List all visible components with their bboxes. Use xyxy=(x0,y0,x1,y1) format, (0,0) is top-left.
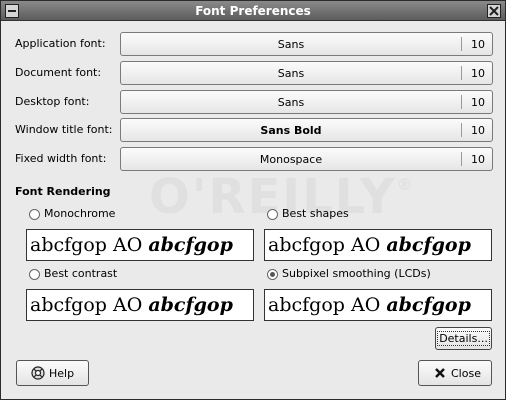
help-button[interactable]: Help xyxy=(16,360,89,386)
font-button-separator xyxy=(461,95,462,109)
application-font-label: Application font: xyxy=(15,37,106,50)
preview-sample-text: abcfgop AO xyxy=(30,294,149,316)
application-font-row: Application font: Sans 10 xyxy=(15,32,493,56)
desktop-font-name: Sans xyxy=(277,96,305,109)
desktop-font-size: 10 xyxy=(471,96,485,109)
desktop-font-row: Desktop font: Sans 10 xyxy=(15,90,493,114)
document-font-label: Document font: xyxy=(15,66,102,79)
font-button-separator xyxy=(461,152,462,166)
window-title: Font Preferences xyxy=(195,4,311,18)
details-button-label: Details... xyxy=(437,331,490,346)
best-shapes-label: Best shapes xyxy=(282,207,349,220)
font-rendering-heading: Font Rendering xyxy=(15,185,111,198)
fixed-width-font-row: Fixed width font: Monospace 10 xyxy=(15,147,493,171)
best-contrast-label: Best contrast xyxy=(44,267,118,280)
preview-sample-text: abcfgop AO xyxy=(30,234,149,256)
fixed-width-font-size: 10 xyxy=(471,153,485,166)
best-shapes-preview: abcfgop AO abcfgop xyxy=(264,229,492,261)
monochrome-preview: abcfgop AO abcfgop xyxy=(26,229,254,261)
desktop-font-label: Desktop font: xyxy=(15,95,90,108)
application-font-name: Sans xyxy=(277,38,305,51)
radio-indicator xyxy=(267,209,278,220)
preview-sample-bold: abcfgop xyxy=(148,294,233,316)
desktop-font-button[interactable]: Sans 10 xyxy=(120,90,493,114)
close-x-icon xyxy=(435,368,445,378)
radio-indicator-selected xyxy=(267,269,278,280)
window-title-font-size: 10 xyxy=(471,124,485,137)
subpixel-smoothing-label: Subpixel smoothing (LCDs) xyxy=(282,267,431,280)
preview-sample-bold: abcfgop xyxy=(386,294,471,316)
font-preferences-window: Font Preferences O'REILLY® Application f… xyxy=(0,0,506,400)
details-button[interactable]: Details... xyxy=(435,327,492,350)
radio-indicator xyxy=(29,209,40,220)
font-button-separator xyxy=(461,123,462,137)
document-font-row: Document font: Sans 10 xyxy=(15,61,493,85)
title-bar: Font Preferences xyxy=(1,1,505,21)
font-button-separator xyxy=(461,37,462,51)
fixed-width-font-button[interactable]: Monospace 10 xyxy=(120,147,493,171)
close-button[interactable]: Close xyxy=(418,360,492,386)
window-title-font-button[interactable]: Sans Bold 10 xyxy=(120,118,493,142)
font-button-separator xyxy=(461,66,462,80)
subpixel-smoothing-preview: abcfgop AO abcfgop xyxy=(264,289,492,321)
help-lifebuoy-icon xyxy=(31,366,45,380)
preview-sample-bold: abcfgop xyxy=(148,234,233,256)
document-font-name: Sans xyxy=(277,67,305,80)
window-title-font-row: Window title font: Sans Bold 10 xyxy=(15,118,493,142)
best-contrast-preview: abcfgop AO abcfgop xyxy=(26,289,254,321)
document-font-button[interactable]: Sans 10 xyxy=(120,61,493,85)
application-font-button[interactable]: Sans 10 xyxy=(120,32,493,56)
close-button-label: Close xyxy=(451,367,481,380)
monochrome-label: Monochrome xyxy=(44,207,116,220)
preview-sample-bold: abcfgop xyxy=(386,234,471,256)
window-close-button[interactable] xyxy=(487,4,501,18)
registered-mark: ® xyxy=(396,175,415,194)
fixed-width-font-label: Fixed width font: xyxy=(15,152,107,165)
fixed-width-font-name: Monospace xyxy=(259,153,323,166)
help-button-label: Help xyxy=(49,367,75,380)
application-font-size: 10 xyxy=(471,38,485,51)
preview-sample-text: abcfgop AO xyxy=(268,294,387,316)
preview-sample-text: abcfgop AO xyxy=(268,234,387,256)
radio-indicator xyxy=(29,269,40,280)
close-icon xyxy=(489,6,499,16)
window-title-font-label: Window title font: xyxy=(15,123,113,136)
window-title-font-name: Sans Bold xyxy=(260,124,322,137)
document-font-size: 10 xyxy=(471,67,485,80)
